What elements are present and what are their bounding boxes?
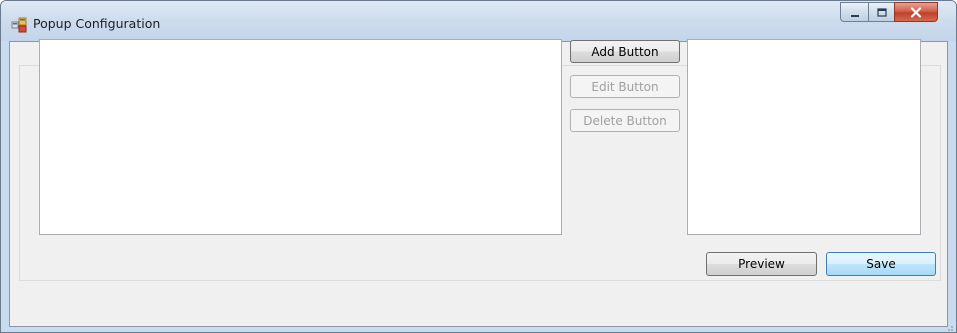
app-window-icon [11,17,27,33]
minimize-button[interactable] [840,2,868,22]
buttons-listbox[interactable] [39,39,562,235]
maximize-button[interactable] [868,2,894,22]
maximize-icon [876,3,887,22]
close-icon [910,3,922,22]
preview-button[interactable]: Preview [706,252,817,276]
window-title: Popup Configuration [33,16,161,31]
window-controls [840,2,938,22]
edit-button[interactable]: Edit Button [570,75,680,98]
preview-listbox[interactable] [687,39,921,235]
close-button[interactable] [894,2,938,22]
app-window: Popup Configuration Add Button Edit Butt… [0,0,957,333]
add-button[interactable]: Add Button [570,40,680,63]
delete-button[interactable]: Delete Button [570,109,680,132]
resize-grip-icon[interactable] [944,320,954,331]
minimize-icon [850,3,860,22]
save-button[interactable]: Save [826,252,936,276]
title-bar[interactable]: Popup Configuration [1,1,956,41]
